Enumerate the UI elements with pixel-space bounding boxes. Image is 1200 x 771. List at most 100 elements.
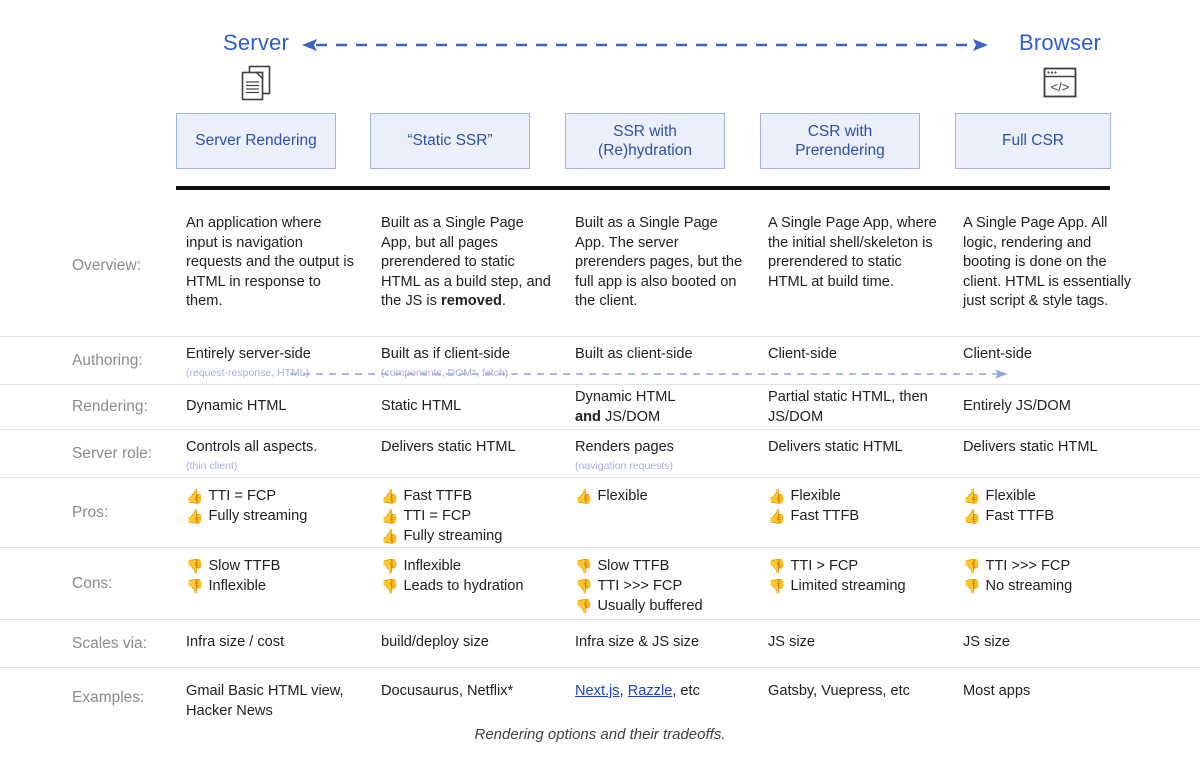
cell-bold: and (575, 409, 601, 425)
pros-item-label: Fast TTFB (985, 506, 1054, 526)
column-header-ssr-with-rehydration[interactable]: SSR with (Re)hydration (565, 113, 725, 169)
column-header-label: SSR with (Re)hydration (598, 122, 692, 161)
cell-overview-server-rendering: An application where input is navigation… (186, 214, 354, 312)
cons-item: 👎TTI > FCP (768, 556, 958, 576)
pros-item-label: Fast TTFB (403, 486, 472, 506)
cons-item-label: Limited streaming (790, 576, 905, 596)
pros-item: 👍Fast TTFB (963, 506, 1153, 526)
column-header-static-ssr[interactable]: “Static SSR” (370, 113, 530, 169)
column-header-label: “Static SSR” (407, 131, 492, 150)
link-razzle[interactable]: Razzle (628, 683, 673, 699)
cell-bold: removed (441, 293, 502, 309)
thumbs-up-icon: 👍 (381, 526, 398, 546)
cell-tail: JS/DOM (601, 409, 660, 425)
cell-tail: , etc (672, 683, 700, 699)
cell-examples-static-ssr: Docusaurus, Netflix* (381, 682, 567, 702)
column-header-label: Server Rendering (195, 131, 316, 150)
pros-item: 👍Flexible (768, 486, 958, 506)
pros-item-label: Fast TTFB (790, 506, 859, 526)
cons-item: 👎Slow TTFB (575, 556, 765, 576)
table-row-cons: Cons: 👎Slow TTFB👎Inflexible 👎Inflexible👎… (0, 548, 1200, 620)
cell-subtext: (navigation requests) (575, 459, 765, 473)
pros-item: 👍Fully streaming (186, 506, 376, 526)
pros-item-label: TTI = FCP (208, 486, 276, 506)
cons-item: 👎Slow TTFB (186, 556, 376, 576)
cons-item: 👎No streaming (963, 576, 1153, 596)
cons-item: 👎Usually buffered (575, 596, 765, 616)
cons-item-label: TTI >>> FCP (985, 556, 1070, 576)
cell-overview-csr-with-prerendering: A Single Page App, where the initial she… (768, 214, 940, 292)
pros-item-label: Flexible (985, 486, 1035, 506)
thumbs-up-icon: 👍 (381, 506, 398, 526)
cons-item: 👎TTI >>> FCP (575, 576, 765, 596)
cons-item-label: No streaming (985, 576, 1072, 596)
cell-examples-server-rendering: Gmail Basic HTML view, Hacker News (186, 682, 362, 721)
cell-overview-static-ssr: Built as a Single Page App, but all page… (381, 214, 551, 312)
cell-text: Dynamic HTML (575, 389, 676, 405)
cons-item-label: Usually buffered (597, 596, 702, 616)
cell-scales-via-full-csr: JS size (963, 633, 1153, 653)
thumbs-down-icon: 👎 (768, 576, 785, 596)
cell-scales-via-server-rendering: Infra size / cost (186, 633, 376, 653)
cell-scales-via-ssr-with-rehydration: Infra size & JS size (575, 633, 765, 653)
cell-server-role-full-csr: Delivers static HTML (963, 438, 1153, 458)
cell-cons-csr-with-prerendering: 👎TTI > FCP👎Limited streaming (768, 556, 958, 596)
pros-item: 👍Fast TTFB (768, 506, 958, 526)
thumbs-down-icon: 👎 (575, 556, 592, 576)
cell-text: Entirely server-side (186, 346, 311, 362)
cell-text: Controls all aspects. (186, 439, 317, 455)
cell-examples-full-csr: Most apps (963, 682, 1153, 702)
cell-rendering-ssr-with-rehydration: Dynamic HTML and JS/DOM (575, 388, 760, 427)
endpoint-browser-label: Browser (962, 30, 1158, 56)
cons-item: 👎TTI >>> FCP (963, 556, 1153, 576)
table-row-examples: Examples: Gmail Basic HTML view, Hacker … (0, 668, 1200, 724)
column-header-label: Full CSR (1002, 131, 1064, 150)
thumbs-down-icon: 👎 (186, 576, 203, 596)
cell-text: Built as if client-side (381, 346, 510, 362)
column-header-server-rendering[interactable]: Server Rendering (176, 113, 336, 169)
document-pages-icon (176, 64, 336, 104)
client-side-trend-dashed-arrow (290, 367, 1010, 379)
table-row-rendering: Rendering: Dynamic HTML Static HTML Dyna… (0, 385, 1200, 430)
thumbs-up-icon: 👍 (575, 486, 592, 506)
comparison-table: Overview: An application where input is … (0, 196, 1200, 724)
thumbs-down-icon: 👎 (381, 576, 398, 596)
cell-text: Renders pages (575, 439, 674, 455)
cell-overview-full-csr: A Single Page App. All logic, rendering … (963, 214, 1143, 312)
thumbs-up-icon: 👍 (186, 506, 203, 526)
cons-item: 👎Inflexible (381, 556, 571, 576)
thumbs-up-icon: 👍 (768, 486, 785, 506)
table-row-server-role: Server role: Controls all aspects. (thin… (0, 430, 1200, 478)
thumbs-up-icon: 👍 (768, 506, 785, 526)
browser-code-window-icon: </> (962, 64, 1158, 104)
column-header-csr-with-prerendering[interactable]: CSR with Prerendering (760, 113, 920, 169)
cons-item-label: Inflexible (208, 576, 266, 596)
cell-authoring-csr-with-prerendering: Client-side (768, 345, 958, 365)
cell-cons-server-rendering: 👎Slow TTFB👎Inflexible (186, 556, 376, 596)
thumbs-down-icon: 👎 (186, 556, 203, 576)
column-header-row: Server Rendering “Static SSR” SSR with (… (0, 113, 1200, 169)
pros-item: 👍Fully streaming (381, 526, 571, 546)
cell-server-role-static-ssr: Delivers static HTML (381, 438, 571, 458)
pros-item-label: TTI = FCP (403, 506, 471, 526)
column-header-label: CSR with Prerendering (795, 122, 885, 161)
link-nextjs[interactable]: Next.js (575, 683, 620, 699)
thumbs-down-icon: 👎 (381, 556, 398, 576)
column-header-full-csr[interactable]: Full CSR (955, 113, 1111, 169)
link-separator: , (620, 683, 628, 699)
endpoint-browser: Browser </> (962, 30, 1158, 104)
cell-pros-static-ssr: 👍Fast TTFB👍TTI = FCP👍Fully streaming (381, 486, 571, 546)
pros-item-label: Fully streaming (403, 526, 502, 546)
thumbs-up-icon: 👍 (963, 486, 980, 506)
pros-item: 👍Flexible (963, 486, 1153, 506)
cell-pros-ssr-with-rehydration: 👍Flexible (575, 486, 765, 506)
cell-examples-ssr-with-rehydration: Next.js, Razzle, etc (575, 682, 765, 702)
cell-subtext: (thin client) (186, 459, 376, 473)
figure-caption: Rendering options and their tradeoffs. (0, 726, 1200, 743)
cell-rendering-full-csr: Entirely JS/DOM (963, 397, 1148, 417)
rendering-tradeoffs-infographic: Server (0, 0, 1200, 771)
cell-tail: . (502, 293, 506, 309)
cell-authoring-ssr-with-rehydration: Built as client-side (575, 345, 765, 365)
cell-pros-full-csr: 👍Flexible👍Fast TTFB (963, 486, 1153, 526)
pros-item-label: Fully streaming (208, 506, 307, 526)
